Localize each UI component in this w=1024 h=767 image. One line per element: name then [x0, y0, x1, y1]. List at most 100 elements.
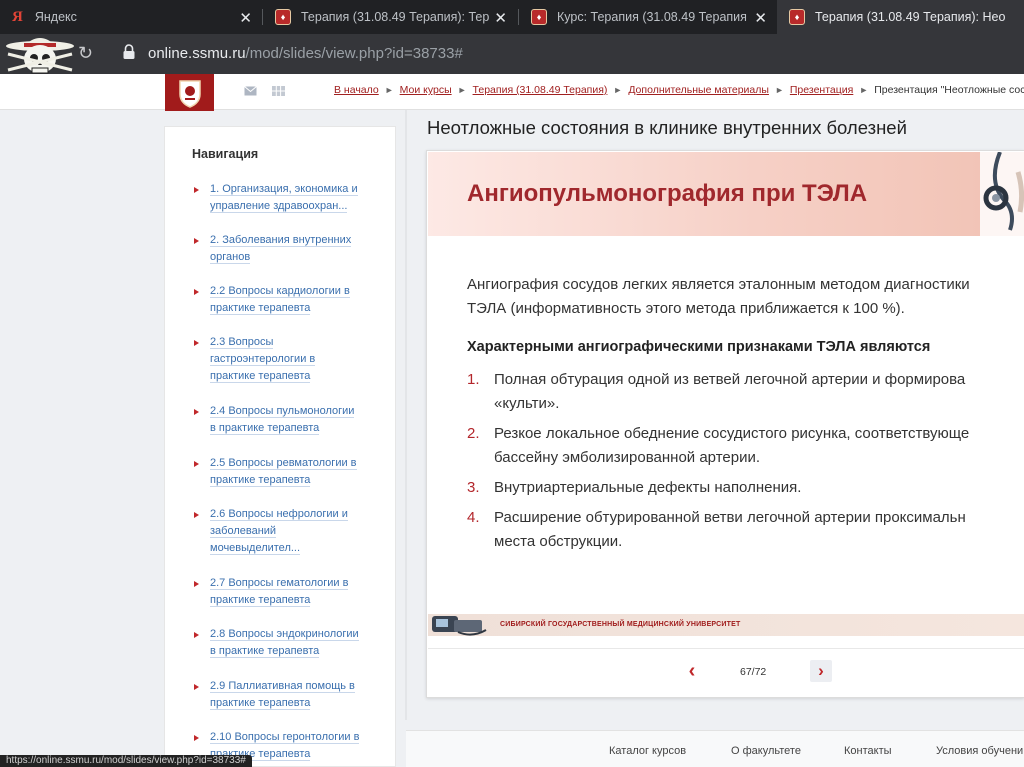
sidebar-item-endocrinology[interactable]: 2.8 Вопросы эндокринологии в практике тер…	[194, 626, 374, 660]
bullet-icon	[194, 187, 199, 193]
footer-link-about[interactable]: О факультете	[731, 745, 801, 757]
footer-link-terms[interactable]: Условия обучени	[936, 745, 1023, 757]
sidebar-item-rheumatology[interactable]: 2.5 Вопросы ревматологии в практике терап…	[194, 455, 374, 489]
sidebar-item-cardiology[interactable]: 2.2 Вопросы кардиологии в практике терапе…	[194, 283, 374, 317]
slide-list-item: 1. Полная обтурация одной из ветвей лего…	[467, 368, 1024, 416]
slide-title: Ангиопульмонография при ТЭЛА	[467, 180, 868, 207]
crest-icon: ♦	[275, 9, 291, 25]
tab-course-therapy[interactable]: ♦ Курс: Терапия (31.08.49 Терапия ✕	[519, 0, 777, 34]
sidebar-item-label: практике терапевта	[210, 302, 311, 315]
sidebar-item-label: в практике терапевта	[210, 645, 320, 658]
sidebar-item-label: управление здравоохран...	[210, 200, 348, 213]
sidebar-item-organization[interactable]: 1. Организация, экономика и управление зд…	[194, 181, 374, 215]
sidebar-item-gastroenterology[interactable]: 2.3 Вопросы гастроэнтерологии в практике т…	[194, 334, 374, 385]
grid-icon[interactable]	[272, 86, 285, 96]
tab-title: Яндекс	[34, 10, 77, 24]
bullet-icon	[194, 409, 199, 415]
paragraph-line: ТЭЛА (информативность этого метода прибл…	[467, 300, 905, 317]
close-icon[interactable]: ✕	[494, 9, 507, 27]
sidebar-item-label: заболеваний	[210, 525, 277, 538]
pager-divider	[428, 648, 1024, 649]
chevron-right-icon: ►	[457, 85, 467, 95]
breadcrumb-materials[interactable]: Дополнительные материалы	[628, 84, 769, 96]
page-title: Неотложные состояния в клинике внутренни…	[427, 117, 907, 138]
list-line: «культи».	[494, 395, 560, 412]
bullet-icon	[194, 684, 199, 690]
bullet-icon	[194, 735, 199, 741]
slide-counter: 67/72	[740, 666, 767, 678]
slide-list-item: 4. Расширение обтурированной ветви легоч…	[467, 506, 1024, 554]
bullet-icon	[194, 512, 199, 518]
crest-icon: ♦	[789, 9, 805, 25]
list-line: Полная обтурация одной из ветвей легочно…	[494, 371, 966, 388]
list-line: Расширение обтурированной ветви легочной…	[494, 509, 966, 526]
bullet-icon	[194, 340, 199, 346]
sidebar-item-internal-diseases[interactable]: 2. Заболевания внутренних органов	[194, 232, 374, 266]
footer-link-catalog[interactable]: Каталог курсов	[609, 745, 686, 757]
breadcrumb-home[interactable]: В начало	[334, 84, 379, 96]
sidebar-item-label: 2.4 Вопросы пульмонологии	[210, 405, 355, 418]
tab-title: Терапия (31.08.49 Терапия): Нео	[815, 10, 1006, 24]
sidebar-item-label: практике терапевта	[210, 594, 311, 607]
breadcrumb-my-courses[interactable]: Мои курсы	[400, 84, 452, 96]
tab-therapy-active[interactable]: ♦ Терапия (31.08.49 Терапия): Нео	[777, 0, 1024, 34]
sidebar-item-label: 2.2 Вопросы кардиологии в	[210, 285, 350, 298]
bullet-icon	[194, 238, 199, 244]
sidebar-item-label: 2.3 Вопросы	[210, 336, 274, 349]
tab-yandex[interactable]: Я Яндекс ✕	[0, 0, 262, 34]
site-logo[interactable]	[165, 74, 214, 111]
reload-icon[interactable]: ↻	[78, 43, 93, 64]
slide-list-heading: Характерными ангиографическими признакам…	[467, 339, 931, 355]
sidebar-item-label: практике терапевта	[210, 697, 311, 710]
list-line: Резкое локальное обеднение сосудистого р…	[494, 425, 970, 442]
breadcrumb-course[interactable]: Терапия (31.08.49 Терапия)	[473, 84, 608, 96]
sidebar-item-hematology[interactable]: 2.7 Вопросы гематологии в практике терапе…	[194, 575, 374, 609]
next-slide-button[interactable]: ›	[810, 660, 832, 682]
sidebar-item-label: 2. Заболевания внутренних	[210, 234, 352, 247]
tab-title: Курс: Терапия (31.08.49 Терапия	[557, 10, 747, 24]
sidebar-navigation	[164, 126, 396, 767]
status-bar-url: https://online.ssmu.ru/mod/slides/view.p…	[0, 755, 252, 767]
footer-link-contacts[interactable]: Контакты	[844, 745, 892, 757]
close-icon[interactable]: ✕	[239, 9, 252, 27]
sidebar-item-nephrology[interactable]: 2.6 Вопросы нефрологии и заболеваний мочев…	[194, 506, 374, 557]
list-line: места обструкции.	[494, 533, 623, 550]
sidebar-item-pulmonology[interactable]: 2.4 Вопросы пульмонологии в практике тера…	[194, 403, 374, 437]
university-name: СИБИРСКИЙ ГОСУДАРСТВЕННЫЙ МЕДИЦИНСКИЙ УН…	[500, 621, 741, 628]
tab-title: Терапия (31.08.49 Терапия): Тер	[301, 10, 490, 24]
sidebar-item-label: практике терапевта	[210, 370, 311, 383]
slide-paragraph: Ангиография сосудов легких является этал…	[467, 273, 1024, 321]
mail-icon[interactable]	[244, 86, 257, 96]
slide-list-item: 3. Внутриартериальные дефекты наполнения…	[467, 476, 1024, 500]
list-number: 3.	[467, 479, 480, 496]
url-host: online.ssmu.ru	[148, 45, 246, 62]
lock-icon	[123, 44, 135, 59]
url-path: /mod/slides/view.php?id=38733#	[245, 45, 463, 62]
breadcrumb-current: Презентация "Неотложные состоя-	[874, 84, 1024, 96]
list-number: 1.	[467, 371, 480, 388]
previous-slide-button[interactable]: ‹	[683, 660, 701, 682]
list-number: 4.	[467, 509, 480, 526]
sidebar-item-label: 2.10 Вопросы геронтологии в	[210, 731, 360, 744]
bullet-icon	[194, 461, 199, 467]
sidebar-item-label: 2.6 Вопросы нефрологии и	[210, 508, 348, 521]
list-line: бассейну эмболизированной артерии.	[494, 449, 761, 466]
stethoscope-doctor-image	[980, 152, 1024, 236]
breadcrumb-presentation[interactable]: Презентация	[790, 84, 853, 96]
close-icon[interactable]: ✕	[754, 9, 767, 27]
sidebar-item-label: 2.9 Паллиативная помощь в	[210, 680, 355, 693]
bullet-icon	[194, 581, 199, 587]
chevron-right-icon: ►	[774, 85, 784, 95]
url-field[interactable]: online.ssmu.ru/mod/slides/view.php?id=38…	[148, 45, 463, 62]
site-footer	[406, 730, 1024, 767]
sidebar-item-label: 1. Организация, экономика и	[210, 183, 358, 196]
sidebar-item-palliative[interactable]: 2.9 Паллиативная помощь в практике терапе…	[194, 678, 374, 712]
tab-therapy-1[interactable]: ♦ Терапия (31.08.49 Терапия): Тер ✕	[263, 0, 517, 34]
content-divider	[405, 110, 407, 720]
sidebar-item-label: гастроэнтерологии в	[210, 353, 316, 366]
slide-list-item: 2. Резкое локальное обеднение сосудистог…	[467, 422, 1024, 470]
navigation-title: Навигация	[192, 147, 259, 161]
bullet-icon	[194, 632, 199, 638]
sidebar-item-label: органов	[210, 251, 251, 264]
medical-device-image	[432, 616, 487, 636]
